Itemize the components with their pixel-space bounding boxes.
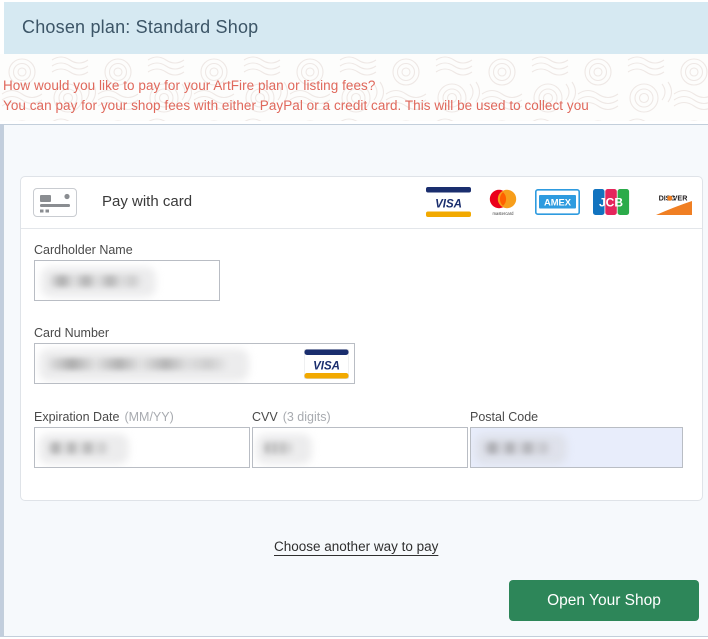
payment-notice-line-2: You can pay for your shop fees with eith… — [3, 96, 708, 115]
pay-with-card-form: Pay with card VISA mastercard AMEX — [20, 176, 703, 501]
pay-with-card-label: Pay with card — [102, 193, 192, 210]
choose-another-payment-link[interactable]: Choose another way to pay — [274, 539, 438, 554]
svg-text:mastercard: mastercard — [493, 211, 515, 216]
mastercard-logo-icon: mastercard — [483, 186, 523, 218]
cardholder-name-redacted-value — [49, 275, 142, 287]
cardholder-name-label: Cardholder Name — [34, 243, 133, 257]
credit-card-icon — [33, 188, 77, 217]
payment-notice-text: How would you like to pay for your ArtFi… — [3, 76, 708, 115]
expiration-date-input[interactable] — [34, 427, 250, 468]
jcb-logo-icon: JCB — [592, 187, 630, 217]
postal-code-input[interactable] — [470, 427, 683, 468]
visa-logo-icon: VISA — [426, 187, 471, 217]
card-number-input[interactable]: VISA — [34, 343, 355, 384]
card-number-label: Card Number — [34, 326, 109, 340]
expiration-date-redacted-value — [47, 442, 109, 454]
svg-text:VISA: VISA — [313, 360, 340, 372]
card-number-redacted-value — [47, 358, 227, 370]
svg-text:AMEX: AMEX — [544, 196, 572, 207]
pay-with-card-header: Pay with card VISA mastercard AMEX — [21, 177, 702, 229]
amex-logo-icon: AMEX — [535, 189, 580, 215]
postal-code-redacted-value — [483, 442, 551, 454]
cvv-label: CVV(3 digits) — [252, 410, 331, 424]
postal-code-label: Postal Code — [470, 410, 538, 424]
expiration-date-label: Expiration Date(MM/YY) — [34, 410, 174, 424]
svg-text:VISA: VISA — [435, 199, 462, 211]
svg-text:JCB: JCB — [599, 196, 623, 210]
svg-text:VER: VER — [673, 194, 689, 203]
cvv-input[interactable] — [252, 427, 468, 468]
cvv-redacted-value — [263, 442, 293, 454]
accepted-card-brands: VISA mastercard AMEX JCB — [426, 186, 692, 218]
card-number-brand-visa-icon: VISA — [304, 349, 349, 379]
cvv-hint: (3 digits) — [283, 410, 331, 424]
expiration-date-hint: (MM/YY) — [124, 410, 173, 424]
chosen-plan-banner: Chosen plan: Standard Shop — [4, 2, 708, 54]
chosen-plan-title: Chosen plan: Standard Shop — [22, 17, 258, 38]
cardholder-name-input[interactable] — [34, 260, 220, 301]
discover-logo-icon: DISC VER — [642, 187, 692, 217]
open-your-shop-button[interactable]: Open Your Shop — [509, 580, 699, 621]
payment-notice-line-1: How would you like to pay for your ArtFi… — [3, 76, 708, 95]
